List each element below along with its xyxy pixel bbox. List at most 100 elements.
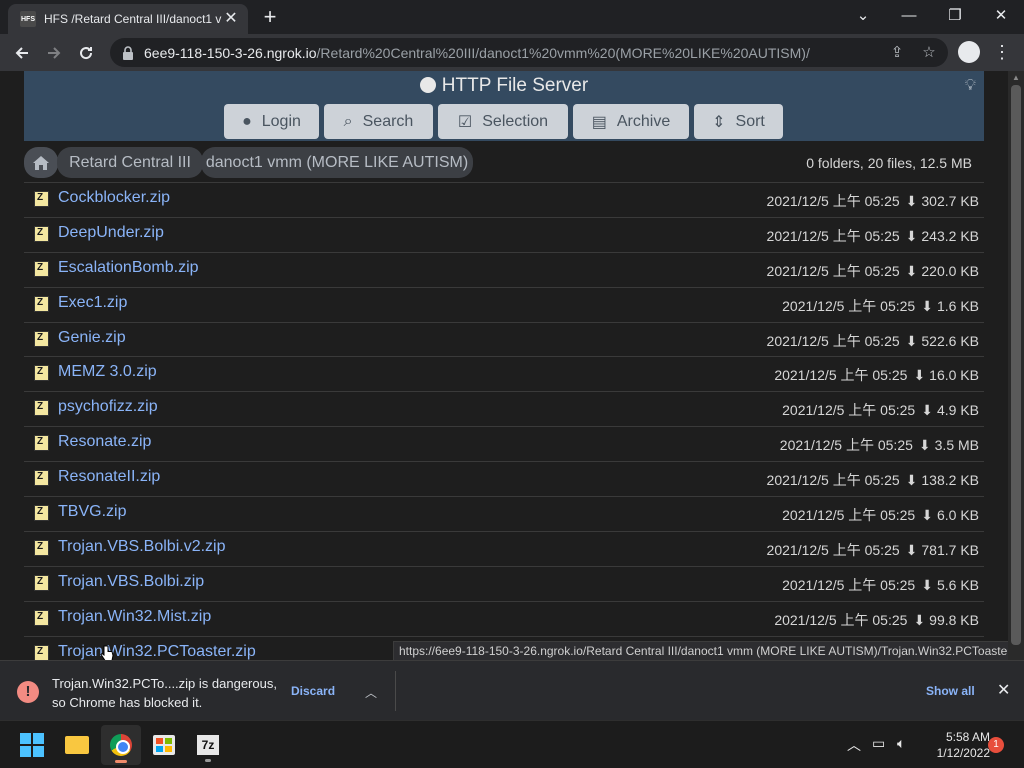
zip-file-icon (34, 225, 49, 242)
file-link[interactable]: Trojan.Win32.PCToaster.zip (58, 643, 256, 660)
forward-button[interactable] (40, 39, 68, 67)
scrollbar[interactable]: ▲ (1008, 71, 1024, 660)
browser-tab[interactable]: HFS HFS /Retard Central III/danoct1 vmm … (8, 4, 248, 34)
file-link[interactable]: Cockblocker.zip (58, 189, 170, 207)
file-link[interactable]: ResonateII.zip (58, 468, 160, 486)
scroll-thumb[interactable] (1011, 85, 1021, 645)
discard-button[interactable]: Discard (291, 684, 335, 698)
download-icon[interactable]: ⬇ (921, 507, 933, 523)
file-date: 2021/12/5 上午 05:25 (774, 367, 908, 384)
show-all-button[interactable]: Show all (926, 684, 975, 698)
new-tab-button[interactable]: + (258, 6, 282, 30)
chrome-taskbar-button[interactable] (101, 725, 141, 765)
file-link[interactable]: Trojan.VBS.Bolbi.v2.zip (58, 538, 225, 556)
browser-toolbar: 6ee9-118-150-3-26.ngrok.io/Retard%20Cent… (0, 34, 1024, 71)
zip-file-icon (34, 400, 49, 417)
file-row: DeepUnder.zip 2021/12/5 上午 05:25 ⬇243.2 KB (24, 216, 984, 252)
search-button[interactable]: ⌕ Search (324, 104, 433, 139)
download-icon[interactable]: ⬇ (921, 402, 933, 418)
tab-strip: HFS HFS /Retard Central III/danoct1 vmm … (0, 0, 1024, 34)
share-icon[interactable]: ⇪ (888, 44, 906, 62)
download-icon[interactable]: ⬇ (906, 193, 918, 209)
file-date: 2021/12/5 上午 05:25 (782, 507, 916, 524)
file-list: Cockblocker.zip2021/12/5 上午 05:25⬇302.7 … (24, 182, 984, 660)
close-icon[interactable]: ✕ (997, 680, 1010, 700)
bookmark-star-icon[interactable]: ☆ (920, 44, 938, 62)
download-icon[interactable]: ⬇ (921, 577, 933, 593)
file-explorer-button[interactable] (57, 725, 97, 765)
lock-icon[interactable] (120, 45, 136, 61)
zip-file-icon (34, 365, 49, 382)
breadcrumb-item[interactable]: Retard Central III (57, 147, 203, 178)
zip-file-icon (34, 330, 49, 347)
file-link[interactable]: Exec1.zip (58, 294, 127, 312)
minimize-button[interactable]: — (886, 0, 932, 30)
download-icon[interactable]: ⬇ (906, 472, 918, 488)
lightbulb-icon[interactable]: 💡︎ (965, 77, 976, 95)
download-icon[interactable]: ⬇ (906, 228, 918, 244)
file-link[interactable]: TBVG.zip (58, 503, 126, 521)
zip-file-icon (34, 260, 49, 277)
download-icon[interactable]: ⬇ (921, 298, 933, 314)
chrome-icon (110, 734, 132, 756)
home-crumb[interactable] (24, 147, 58, 178)
network-icon[interactable]: ▭ (872, 735, 885, 752)
file-meta: 2021/12/5 上午 05:25 ⬇ 138.2 KB (767, 470, 979, 490)
file-row: psychofizz.zip 2021/12/5 上午 05:25 ⬇4.9 KB (24, 391, 984, 426)
file-size: 99.8 KB (929, 611, 979, 628)
selection-button[interactable]: ☑ Selection (438, 104, 568, 139)
chevron-up-tray-icon[interactable]: ︿ (847, 735, 861, 755)
login-button[interactable]: ● Login (224, 104, 319, 139)
file-size: 16.0 KB (929, 367, 979, 384)
address-bar[interactable]: 6ee9-118-150-3-26.ngrok.io/Retard%20Cent… (110, 38, 948, 67)
file-size: 138.2 KB (921, 472, 979, 489)
file-link[interactable]: EscalationBomb.zip (58, 259, 199, 277)
7zip-icon: 7z (197, 735, 219, 755)
breadcrumb-item[interactable]: danoct1 vmm (MORE LIKE AUTISM) (201, 147, 473, 178)
file-link[interactable]: MEMZ 3.0.zip (58, 363, 157, 381)
sort-button[interactable]: ⇕ Sort (694, 104, 783, 139)
download-icon[interactable]: ⬇ (919, 437, 931, 453)
hfs-title: HTTP File Server (24, 75, 984, 97)
7zip-button[interactable]: 7z (188, 725, 228, 765)
zip-file-icon (34, 470, 49, 487)
file-date: 2021/12/5 上午 05:25 (766, 541, 900, 558)
chrome-menu-icon[interactable]: ⋮ (992, 40, 1012, 64)
file-link[interactable]: Resonate.zip (58, 433, 151, 451)
download-icon[interactable]: ⬇ (906, 333, 918, 349)
hfs-title-text: HTTP File Server (441, 75, 589, 96)
notification-badge[interactable]: 1 (988, 737, 1004, 753)
download-icon[interactable]: ⬇ (906, 263, 918, 279)
download-icon[interactable]: ⬇ (913, 367, 925, 383)
reload-button[interactable] (72, 39, 100, 67)
file-size: 4.9 KB (936, 402, 979, 419)
download-icon[interactable]: ⬇ (913, 612, 925, 628)
file-meta: 2021/12/5 上午 05:25 ⬇ 6.0 KB (782, 505, 979, 525)
store-button[interactable] (144, 725, 184, 765)
file-link[interactable]: Trojan.Win32.Mist.zip (58, 608, 211, 626)
file-date: 2021/12/5 上午 05:25 (779, 437, 913, 454)
file-link[interactable]: Trojan.VBS.Bolbi.zip (58, 573, 204, 591)
archive-button[interactable]: ▤ Archive (573, 104, 689, 139)
restore-button[interactable]: ❐ (932, 0, 978, 30)
scroll-up-icon[interactable]: ▲ (1012, 73, 1020, 82)
download-icon[interactable]: ⬇ (906, 542, 918, 558)
file-date: 2021/12/5 上午 05:25 (766, 262, 900, 279)
profile-avatar[interactable] (958, 41, 980, 63)
breadcrumb: Retard Central III danoct1 vmm (MORE LIK… (24, 147, 984, 181)
tab-close-icon[interactable]: ✕ (222, 10, 240, 28)
store-icon (153, 735, 175, 755)
file-link[interactable]: Genie.zip (58, 329, 126, 347)
close-window-button[interactable]: ✕ (978, 0, 1024, 30)
tab-search-icon[interactable]: ⌄ (840, 0, 886, 30)
file-link[interactable]: psychofizz.zip (58, 398, 158, 416)
file-row: Cockblocker.zip 2021/12/5 上午 05:25 ⬇302.7 … (24, 182, 984, 217)
file-row: Genie.zip 2021/12/5 上午 05:25 ⬇522.6 KB (24, 321, 984, 357)
folder-icon (65, 736, 89, 754)
volume-icon[interactable]: 🔈︎ (897, 735, 905, 752)
taskbar-clock[interactable]: 5:58 AM 1/12/2022 (920, 729, 990, 761)
start-button[interactable] (12, 725, 52, 765)
back-button[interactable] (8, 39, 36, 67)
file-link[interactable]: DeepUnder.zip (58, 224, 164, 242)
chevron-up-icon[interactable]: ︿ (365, 684, 377, 701)
